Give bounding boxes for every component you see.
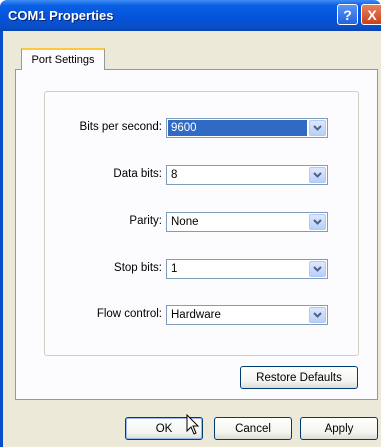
- chevron-down-icon[interactable]: [309, 120, 326, 136]
- data-bits-label: Data bits:: [113, 168, 162, 180]
- data-bits-value: 8: [171, 169, 178, 181]
- stop-bits-value: 1: [171, 263, 178, 275]
- cancel-button[interactable]: Cancel: [214, 417, 292, 440]
- parity-select[interactable]: None: [166, 212, 328, 232]
- bits-per-second-value: 9600: [168, 120, 307, 136]
- stop-bits-select[interactable]: 1: [166, 259, 328, 279]
- help-icon: ?: [343, 6, 352, 23]
- bits-per-second-label: Bits per second:: [79, 121, 162, 133]
- stop-bits-label: Stop bits:: [114, 262, 162, 274]
- flow-control-label: Flow control:: [96, 308, 162, 320]
- close-icon: X: [367, 6, 377, 23]
- chevron-down-icon[interactable]: [309, 214, 326, 230]
- chevron-down-icon[interactable]: [309, 261, 326, 277]
- flow-control-value: Hardware: [171, 309, 221, 321]
- parity-label: Parity:: [129, 215, 162, 227]
- chevron-down-icon[interactable]: [309, 307, 326, 323]
- parity-value: None: [171, 216, 199, 228]
- chevron-down-icon[interactable]: [309, 167, 326, 183]
- title-bar[interactable]: COM1 Properties ? X: [0, 0, 381, 31]
- help-button[interactable]: ?: [337, 4, 358, 25]
- mouse-cursor-icon: [186, 414, 200, 435]
- tab-port-settings[interactable]: Port Settings: [21, 48, 105, 70]
- flow-control-select[interactable]: Hardware: [166, 305, 328, 325]
- restore-defaults-button[interactable]: Restore Defaults: [240, 366, 358, 389]
- window-title: COM1 Properties: [8, 8, 114, 23]
- bits-per-second-select[interactable]: 9600: [166, 118, 328, 138]
- data-bits-select[interactable]: 8: [166, 165, 328, 185]
- apply-button[interactable]: Apply: [300, 417, 378, 440]
- close-button[interactable]: X: [361, 4, 381, 25]
